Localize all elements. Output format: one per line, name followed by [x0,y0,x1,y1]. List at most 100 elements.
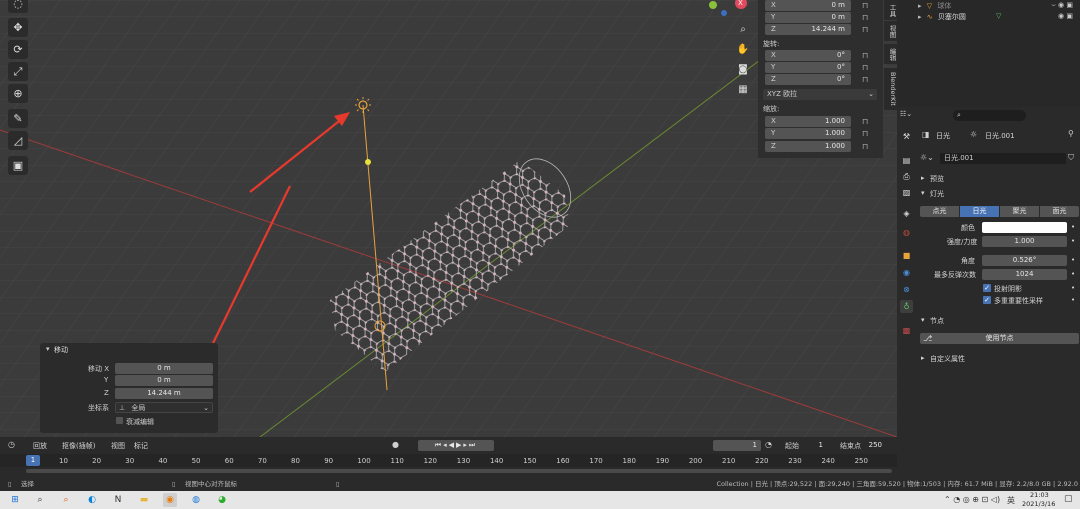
view-layer-icon[interactable]: ▨ [900,186,913,199]
pan-hand-icon[interactable]: ✋ [735,42,751,58]
preview-section[interactable]: 预览 [930,174,944,184]
rotate-tool-button[interactable]: ⟳ [8,40,28,59]
gizmo-x-label[interactable]: X [738,0,743,7]
pin-icon[interactable]: ⚲ [1068,129,1074,138]
lock-icon[interactable]: ⊓ [862,142,868,151]
collapse-arrow-icon[interactable]: ▾ [46,345,50,353]
constraints-icon[interactable]: ⊗ [900,283,913,296]
move-tool-button[interactable]: ✥ [8,18,28,37]
timeline-scrollbar[interactable] [26,469,892,473]
angle-field[interactable]: 0.526° [982,255,1067,266]
grid-view-icon[interactable]: ▦ [735,82,751,98]
proportional-edit-checkbox[interactable] [116,417,123,424]
transform-tool-button[interactable]: ⊕ [8,84,28,103]
menu-keying[interactable]: 抠像(插帧) [62,441,95,451]
zoom-icon[interactable]: ⌕ [735,22,751,38]
notion-icon[interactable]: N [111,493,125,507]
strength-field[interactable]: 1.000 [982,236,1067,247]
blender-taskbar-icon[interactable]: ◉ [163,493,177,507]
menu-view[interactable]: 视图 [111,441,125,451]
texture-icon[interactable]: ▩ [900,324,913,337]
current-frame-field[interactable]: 1 [713,440,761,451]
tray-icons[interactable]: ⌃ ◔ ◎ ⊕ ⊡ ◁) [944,495,1000,504]
add-cube-tool-button[interactable]: ▣ [8,156,28,175]
object-icon[interactable]: ■ [900,249,913,262]
mis-checkbox[interactable]: ✓ [983,296,991,304]
clock-date[interactable]: 2021/3/16 [1022,500,1055,508]
notification-icon[interactable]: ▢ [1064,494,1073,504]
select-tool-button[interactable]: ◌ [8,0,28,13]
keyframe-dot-icon[interactable]: • [1071,237,1075,245]
tab-edit[interactable]: 编辑 [884,44,897,64]
camera-icon[interactable]: ◙ [735,62,751,78]
move-y-field[interactable]: 0 m [115,375,213,386]
wechat-icon[interactable]: ◕ [215,493,229,507]
location-y-field[interactable]: Y0 m [765,12,851,23]
scale-z-field[interactable]: Z 1.000 [765,141,851,152]
scale-tool-button[interactable]: ⤢ [8,62,28,81]
playback-controls[interactable]: ⏮◂◀▶▸⏭ [418,440,494,451]
use-nodes-button[interactable]: 使用节点 [920,333,1079,344]
datablock-browse[interactable]: ☼⌄ [920,153,938,164]
color-swatch[interactable] [982,222,1067,233]
scene-icon[interactable]: ◈ [900,207,913,220]
editor-type-select[interactable]: ☷⌄ [900,110,920,121]
world-icon[interactable]: ◍ [900,226,913,239]
lock-icon[interactable]: ⊓ [862,117,868,126]
tab-view[interactable]: 视图 [884,21,897,41]
light-type-area[interactable]: 面光 [1040,206,1079,217]
menu-playback[interactable]: 回放 [33,441,47,451]
rotation-y-field[interactable]: Y 0° [765,62,851,73]
max-bounces-field[interactable]: 1024 [982,269,1067,280]
windows-start-icon[interactable]: ⊞ [8,493,22,507]
playhead[interactable]: 1 [26,455,40,466]
scale-x-field[interactable]: X 1.000 [765,116,851,127]
orientation-select[interactable]: ⊥ 全局 ⌄ [115,402,213,413]
qq-browser-icon[interactable]: ◍ [189,493,203,507]
render-icon[interactable]: ▤ [900,154,913,167]
keyframe-dot-icon[interactable]: • [1071,270,1075,278]
visibility-icons[interactable]: ◉ ▣ [1058,12,1073,20]
lock-icon[interactable]: ⊓ [862,129,868,138]
lock-icon[interactable]: ⊓ [862,51,868,60]
tab-blenderkit[interactable]: BlenderKit [884,68,897,110]
light-section[interactable]: 灯光 [930,189,944,199]
tool-settings-icon[interactable]: ⚒ [900,130,913,143]
clock-time[interactable]: 21:03 [1030,491,1049,499]
annotate-tool-button[interactable]: ✎ [8,109,28,128]
scale-y-field[interactable]: Y 1.000 [765,128,851,139]
light-type-point[interactable]: 点光 [920,206,959,217]
record-icon[interactable]: ● [392,440,399,449]
measure-tool-button[interactable]: ◿ [8,131,28,150]
keyframe-dot-icon[interactable]: • [1071,296,1075,304]
light-type-sun[interactable]: 日光 [960,206,999,217]
search-icon[interactable]: ⌕ [33,493,47,507]
keyframe-dot-icon[interactable]: • [1071,284,1075,292]
rotation-z-field[interactable]: Z 0° [765,74,851,85]
keyframe-dot-icon[interactable]: • [1071,256,1075,264]
custom-properties-section[interactable]: 自定义属性 [930,354,965,364]
rotation-mode-select[interactable]: XYZ 欧拉 ⌄ [763,89,877,100]
physics-icon[interactable]: ◉ [900,266,913,279]
rotation-x-field[interactable]: X 0° [765,50,851,61]
lock-icon[interactable]: ⊓ [862,75,868,84]
clock-icon[interactable]: ◷ [8,440,15,449]
output-icon[interactable]: ⎙ [900,170,913,183]
location-z-field[interactable]: Z 14.244 m [765,24,851,35]
outliner-row[interactable]: ▸ ▽ 球体 ⌣ ◉ ▣ [918,1,1078,11]
outliner-row[interactable]: ▸ ∿ 贝塞尔圆 ▽ ◉ ▣ [918,12,1078,22]
magnifier-app-icon[interactable]: ⌕ [59,493,73,507]
start-frame-field[interactable]: 1 [780,440,828,451]
datablock-name-field[interactable]: 日光.001 [940,153,1066,164]
tab-tool[interactable]: 工具 [884,0,897,20]
cast-shadow-checkbox[interactable]: ✓ [983,284,991,292]
edge-browser-icon[interactable]: ◐ [85,493,99,507]
lock-icon[interactable]: ⊓ [862,13,868,22]
keyframe-dot-icon[interactable]: • [1071,223,1075,231]
visibility-icons[interactable]: ⌣ ◉ ▣ [1051,1,1073,10]
light-type-spot[interactable]: 聚光 [1000,206,1039,217]
end-frame-field[interactable]: 250 [835,440,885,451]
stopwatch-icon[interactable]: ◔ [765,440,772,449]
menu-marker[interactable]: 标记 [134,441,148,451]
move-x-field[interactable]: 0 m [115,363,213,374]
